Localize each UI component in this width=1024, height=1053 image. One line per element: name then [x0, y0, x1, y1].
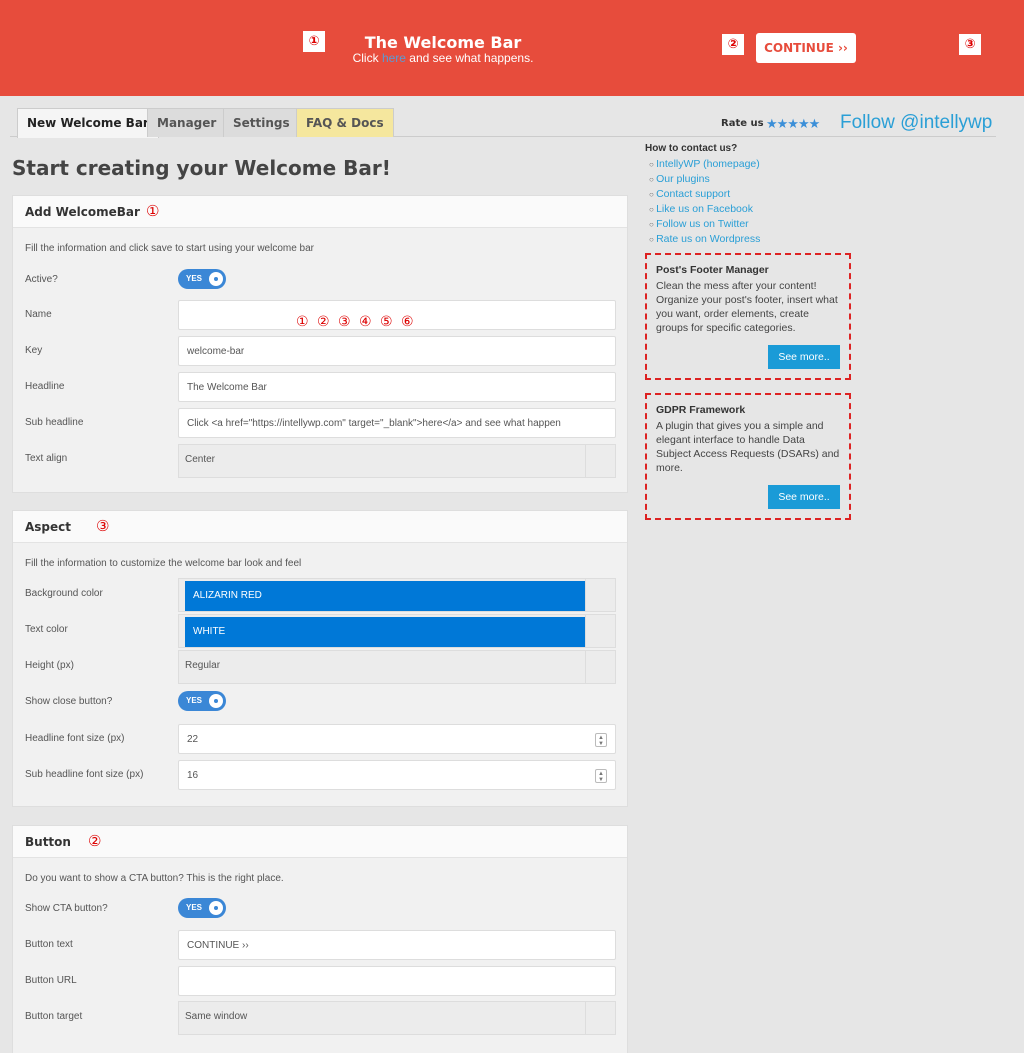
follow-link[interactable]: Follow @intellywp [840, 108, 992, 138]
welcome-bar-headline: The Welcome Bar [364, 33, 522, 52]
headline-label: Headline [25, 381, 65, 392]
sub-headline-font-size-label: Sub headline font size (px) [25, 769, 144, 780]
promo-title: GDPR Framework [656, 404, 746, 416]
button-panel: Button ② Do you want to show a CTA butto… [12, 825, 628, 1053]
height-select[interactable]: Regular [178, 650, 616, 684]
button-target-label: Button target [25, 1011, 83, 1022]
tab-faq-docs[interactable]: FAQ & Docs [296, 108, 394, 137]
panel-description: Fill the information and click save to s… [25, 243, 315, 254]
text-align-label: Text align [25, 453, 68, 464]
text-color-select[interactable]: WHITE [178, 614, 616, 648]
text-align-select[interactable]: Center [178, 444, 616, 478]
contact-title: How to contact us? [645, 143, 738, 154]
tab-manager[interactable]: Manager [147, 108, 227, 137]
panel-header: Button ② [13, 826, 627, 858]
bg-color-select[interactable]: ALIZARIN RED [178, 578, 616, 612]
panel-header: Add WelcomeBar ① [13, 196, 627, 228]
panel-title: Button [25, 835, 71, 849]
button-target-select[interactable]: Same window [178, 1001, 616, 1035]
panel-description: Do you want to show a CTA button? This i… [25, 873, 284, 884]
show-cta-label: Show CTA button? [25, 903, 108, 914]
close-button-toggle[interactable]: YES [178, 691, 226, 711]
text-color-label: Text color [25, 624, 68, 635]
welcome-bar-link[interactable]: here [382, 51, 406, 65]
button-text-input[interactable]: CONTINUE ›› [178, 930, 616, 960]
key-input[interactable]: welcome-bar [178, 336, 616, 366]
active-toggle[interactable]: YES [178, 269, 226, 289]
panel-marker: ③ [96, 517, 110, 535]
chevron-down-icon [585, 651, 615, 683]
key-label: Key [25, 345, 43, 356]
spinner-icon[interactable]: ▲ ▼ [595, 769, 607, 783]
contact-link-support[interactable]: Contact support [649, 187, 760, 202]
marker-3: ③ [959, 34, 981, 55]
contact-links: IntellyWP (homepage) Our plugins Contact… [649, 157, 760, 247]
panel-marker: ① [146, 202, 160, 220]
panel-title: Aspect [25, 520, 72, 534]
bg-color-label: Background color [25, 588, 103, 599]
button-text-label: Button text [25, 939, 73, 950]
button-url-label: Button URL [25, 975, 77, 986]
chevron-down-icon [585, 1002, 615, 1034]
spinner-icon[interactable]: ▲ ▼ [595, 733, 607, 747]
promo-text: A plugin that gives you a simple and ele… [656, 420, 840, 474]
chevron-down-icon [585, 579, 615, 611]
welcome-bar-preview: ① The Welcome Bar Click here and see wha… [0, 0, 1024, 96]
promo-text: Clean the mess after your content! Organ… [656, 280, 838, 334]
aspect-panel: Aspect ③ Fill the information to customi… [12, 510, 628, 807]
subheadline-label: Sub headline [25, 417, 84, 428]
show-cta-toggle[interactable]: YES [178, 898, 226, 918]
welcome-bar-cta-button[interactable]: CONTINUE ›› [756, 33, 856, 63]
sub-headline-font-size-input[interactable]: 16 ▲ ▼ [178, 760, 616, 790]
contact-link-plugins[interactable]: Our plugins [649, 172, 760, 187]
marker-2: ② [722, 34, 744, 55]
panel-marker: ② [88, 832, 102, 850]
rate-us-label: Rate us [721, 118, 764, 129]
add-welcomebar-panel: Add WelcomeBar ① Fill the information an… [12, 195, 628, 493]
close-button-label: Show close button? [25, 696, 113, 707]
name-label: Name [25, 309, 52, 320]
toggle-knob-icon [209, 694, 223, 708]
contact-link-twitter[interactable]: Follow us on Twitter [649, 217, 760, 232]
see-more-button[interactable]: See more.. [768, 485, 840, 509]
toggle-knob-icon [209, 901, 223, 915]
name-markers: ① ② ③ ④ ⑤ ⑥ [296, 314, 416, 330]
panel-description: Fill the information to customize the we… [25, 558, 302, 569]
subheadline-input[interactable]: Click <a href="https://intellywp.com" ta… [178, 408, 616, 438]
promo-gdpr-framework: GDPR Framework A plugin that gives you a… [645, 393, 851, 520]
name-input[interactable]: ① ② ③ ④ ⑤ ⑥ [178, 300, 616, 330]
contact-link-facebook[interactable]: Like us on Facebook [649, 202, 760, 217]
toggle-knob-icon [209, 272, 223, 286]
rating-stars-icon[interactable]: ★★★★★ [766, 110, 820, 138]
welcome-bar-subheadline: Click here and see what happens. [352, 51, 534, 65]
promo-title: Post's Footer Manager [656, 264, 769, 276]
headline-input[interactable]: The Welcome Bar [178, 372, 616, 402]
tab-new-welcome-bar[interactable]: New Welcome Bar [17, 108, 159, 138]
button-url-input[interactable] [178, 966, 616, 996]
height-label: Height (px) [25, 660, 74, 671]
panel-title: Add WelcomeBar [25, 205, 140, 219]
page-title: Start creating your Welcome Bar! [12, 156, 391, 180]
active-label: Active? [25, 274, 58, 285]
headline-font-size-label: Headline font size (px) [25, 733, 125, 744]
chevron-down-icon [585, 615, 615, 647]
see-more-button[interactable]: See more.. [768, 345, 840, 369]
chevron-down-icon [585, 445, 615, 477]
contact-link-homepage[interactable]: IntellyWP (homepage) [649, 157, 760, 172]
tab-settings[interactable]: Settings [223, 108, 300, 137]
panel-header: Aspect ③ [13, 511, 627, 543]
headline-font-size-input[interactable]: 22 ▲ ▼ [178, 724, 616, 754]
promo-footer-manager: Post's Footer Manager Clean the mess aft… [645, 253, 851, 380]
contact-link-wordpress[interactable]: Rate us on Wordpress [649, 232, 760, 247]
